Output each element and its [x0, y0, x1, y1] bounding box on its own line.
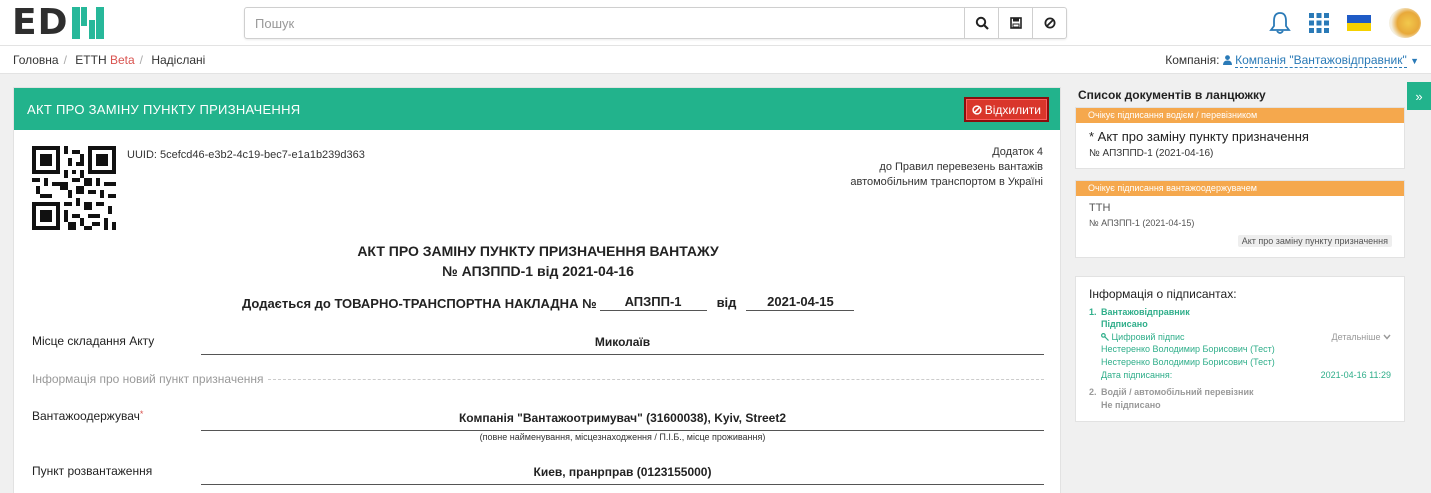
new-point-section: Інформація про новий пункт призначення — [32, 372, 1044, 386]
chain-card-ttn[interactable]: Очікує підписання вантажоодержувачем ТТН… — [1075, 180, 1405, 258]
addendum-line: Додаток 4 — [992, 146, 1043, 158]
breadcrumb: Головна / ЕТТН Beta / Надіслані — [13, 53, 206, 67]
unload-value: Киев, пранрправ (0123155000) — [201, 465, 1044, 485]
clear-icon — [1044, 17, 1055, 29]
chain-card-title: ТТН — [1089, 202, 1111, 214]
addendum-note: Додаток 4 до Правил перевезень вантажів … — [850, 145, 1043, 190]
required-marker: * — [139, 409, 144, 419]
company-value[interactable]: Компанія "Вантажовідправник" — [1235, 53, 1407, 68]
consignee-value: Компанія "Вантажоотримувач" (31600038), … — [201, 411, 1044, 431]
user-icon — [1222, 55, 1232, 65]
addendum-line: автомобільним транспортом в Україні — [850, 176, 1043, 188]
unload-label: Пункт розвантаження — [32, 464, 153, 478]
collapse-sidebar-button[interactable]: » — [1407, 82, 1431, 110]
chain-card-current[interactable]: Очікує підписання водієм / перевізником … — [1075, 107, 1405, 169]
breadcrumb-ettn[interactable]: ЕТТН — [75, 53, 106, 67]
logo-n-mark — [70, 6, 106, 40]
signers-title: Інформація о підписантах: — [1089, 287, 1237, 301]
clear-search-button[interactable] — [1032, 8, 1066, 38]
signer-status: Підписано — [1101, 319, 1148, 329]
reject-button[interactable]: Відхилити — [963, 97, 1049, 122]
signer-number: 2. — [1089, 387, 1097, 397]
document-panel: АКТ ПРО ЗАМІНУ ПУНКТУ ПРИЗНАЧЕННЯ Відхил… — [13, 87, 1061, 493]
document-header-title: АКТ ПРО ЗАМІНУ ПУНКТУ ПРИЗНАЧЕННЯ — [27, 102, 301, 117]
breadcrumb-home[interactable]: Головна — [13, 53, 59, 67]
search-icon — [975, 16, 989, 30]
avatar[interactable] — [1389, 8, 1421, 38]
save-search-button[interactable] — [998, 8, 1032, 38]
status-badge: Очікує підписання вантажоодержувачем — [1076, 181, 1404, 196]
details-toggle[interactable]: Детальніше — [1332, 332, 1391, 342]
place-value: Миколаїв — [201, 335, 1044, 355]
sign-date-label: Дата підписання: — [1101, 370, 1173, 380]
search-button[interactable] — [964, 8, 998, 38]
ttn-prefix: Додається до ТОВАРНО-ТРАНСПОРТНА НАКЛАДН… — [242, 296, 597, 311]
document-header: АКТ ПРО ЗАМІНУ ПУНКТУ ПРИЗНАЧЕННЯ Відхил… — [14, 88, 1060, 130]
sign-type: Цифровий підпис — [1101, 332, 1184, 342]
ttn-number: АПЗПП-1 — [599, 294, 707, 311]
key-icon — [1101, 333, 1109, 341]
chevron-down-icon — [1383, 334, 1391, 340]
signer-person: Нестеренко Володимир Борисович (Тест) — [1101, 344, 1275, 354]
place-label: Місце складання Акту — [32, 334, 155, 348]
new-point-section-title: Інформація про новий пункт призначення — [32, 372, 264, 386]
signer-status: Не підписано — [1101, 400, 1161, 410]
signer-number: 1. — [1089, 307, 1097, 317]
logo-text: ED — [12, 2, 69, 43]
search-input[interactable] — [245, 8, 964, 38]
document-title: АКТ ПРО ЗАМІНУ ПУНКТУ ПРИЗНАЧЕННЯ ВАНТАЖ… — [357, 243, 719, 259]
flag-ua-icon[interactable] — [1347, 15, 1371, 31]
ttn-reference: Додається до ТОВАРНО-ТРАНСПОРТНА НАКЛАДН… — [242, 294, 855, 311]
chain-card-title: * Акт про заміну пункту призначення — [1089, 129, 1309, 144]
double-chevron-right-icon: » — [1415, 88, 1423, 104]
edin-logo[interactable]: ED — [12, 2, 106, 43]
breadcrumb-current: Надіслані — [151, 53, 206, 67]
apps-grid-icon[interactable] — [1309, 13, 1329, 33]
chain-card-subtitle: № АПЗППD-1 (2021-04-16) — [1089, 148, 1214, 159]
signer-name: Водій / автомобільний перевізник — [1101, 387, 1254, 397]
reject-label: Відхилити — [984, 102, 1041, 117]
breadcrumb-bar: Головна / ЕТТН Beta / Надіслані Компанія: … — [0, 46, 1431, 74]
sign-type-label: Цифровий підпис — [1111, 332, 1185, 342]
chain-title: Список документів в ланцюжку — [1078, 88, 1266, 102]
search-bar — [244, 7, 1067, 39]
beta-badge: Beta — [109, 53, 135, 67]
consignee-label-text: Вантажоодержувач — [32, 409, 140, 423]
ttn-date: 2021-04-15 — [746, 294, 855, 311]
top-right-controls — [1269, 8, 1421, 38]
company-selector[interactable]: Компанія: Компанія "Вантажовідправник" ▼ — [1165, 53, 1419, 68]
document-number: № АПЗППD-1 від 2021-04-16 — [442, 263, 634, 279]
ban-icon — [972, 104, 982, 115]
save-icon — [1009, 17, 1022, 29]
addendum-line: до Правил перевезень вантажів — [879, 161, 1043, 173]
chain-card-tag: Акт про заміну пункту призначення — [1237, 235, 1392, 247]
details-label: Детальніше — [1331, 332, 1381, 342]
qr-code — [32, 146, 116, 230]
consignee-hint: (повне найменування, місцезнаходження / … — [479, 432, 766, 442]
document-uuid: UUID: 5cefcd46-e3b2-4c19-bec7-e1a1b239d3… — [127, 149, 365, 161]
chain-card-subtitle: № АПЗПП-1 (2021-04-15) — [1089, 218, 1195, 228]
signer-person: Нестеренко Володимир Борисович (Тест) — [1101, 357, 1275, 367]
company-label: Компанія: — [1165, 53, 1220, 67]
sign-date-value: 2021-04-16 11:29 — [1320, 370, 1391, 380]
status-badge: Очікує підписання водієм / перевізником — [1076, 108, 1404, 123]
signer-name: Вантажовідправник — [1101, 307, 1190, 317]
signers-panel: Інформація о підписантах: 1. Вантажовідп… — [1075, 276, 1405, 422]
bell-icon[interactable] — [1269, 11, 1291, 35]
consignee-label: Вантажоодержувач* — [32, 409, 143, 423]
top-navbar: ED — [0, 0, 1431, 46]
ttn-from: від — [716, 295, 737, 310]
chevron-down-icon: ▼ — [1410, 56, 1419, 66]
